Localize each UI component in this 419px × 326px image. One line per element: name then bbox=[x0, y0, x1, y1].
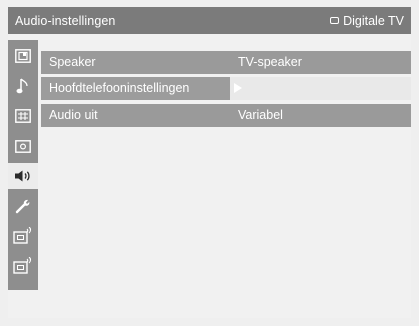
arrow-right-icon bbox=[234, 83, 242, 93]
source-indicator: Digitale TV bbox=[330, 14, 404, 28]
menu-panel: Speaker TV-speaker Hoofdtelefooninstelli… bbox=[8, 34, 411, 318]
source-label: Digitale TV bbox=[343, 13, 404, 28]
music-note-icon[interactable] bbox=[10, 73, 36, 99]
row-value: Variabel bbox=[238, 108, 283, 122]
menu-row-audio-out[interactable]: Audio uit Variabel bbox=[41, 104, 411, 127]
submenu-area bbox=[230, 77, 411, 100]
row-label: Speaker bbox=[49, 55, 96, 69]
row-label: Audio uit bbox=[49, 108, 98, 122]
speaker-icon[interactable] bbox=[8, 163, 38, 189]
menu-row-speaker[interactable]: Speaker TV-speaker bbox=[41, 51, 411, 74]
page-title: Audio-instellingen bbox=[15, 13, 116, 28]
channel-icon[interactable] bbox=[10, 133, 36, 159]
antenna-a-icon[interactable] bbox=[10, 223, 36, 249]
wrench-icon[interactable] bbox=[10, 193, 36, 219]
category-sidebar bbox=[8, 40, 38, 290]
antenna-d-icon[interactable] bbox=[10, 253, 36, 279]
row-value: TV-speaker bbox=[238, 55, 302, 69]
tv-menu-screen: Audio-instellingen Digitale TV Speaker T… bbox=[0, 0, 419, 326]
menu-row-headphones[interactable]: Hoofdtelefooninstellingen bbox=[41, 77, 411, 100]
title-bar: Audio-instellingen Digitale TV bbox=[8, 7, 411, 34]
row-label: Hoofdtelefooninstellingen bbox=[49, 81, 190, 95]
grid-icon[interactable] bbox=[10, 103, 36, 129]
tv-icon bbox=[330, 17, 340, 24]
picture-icon[interactable] bbox=[10, 43, 36, 69]
